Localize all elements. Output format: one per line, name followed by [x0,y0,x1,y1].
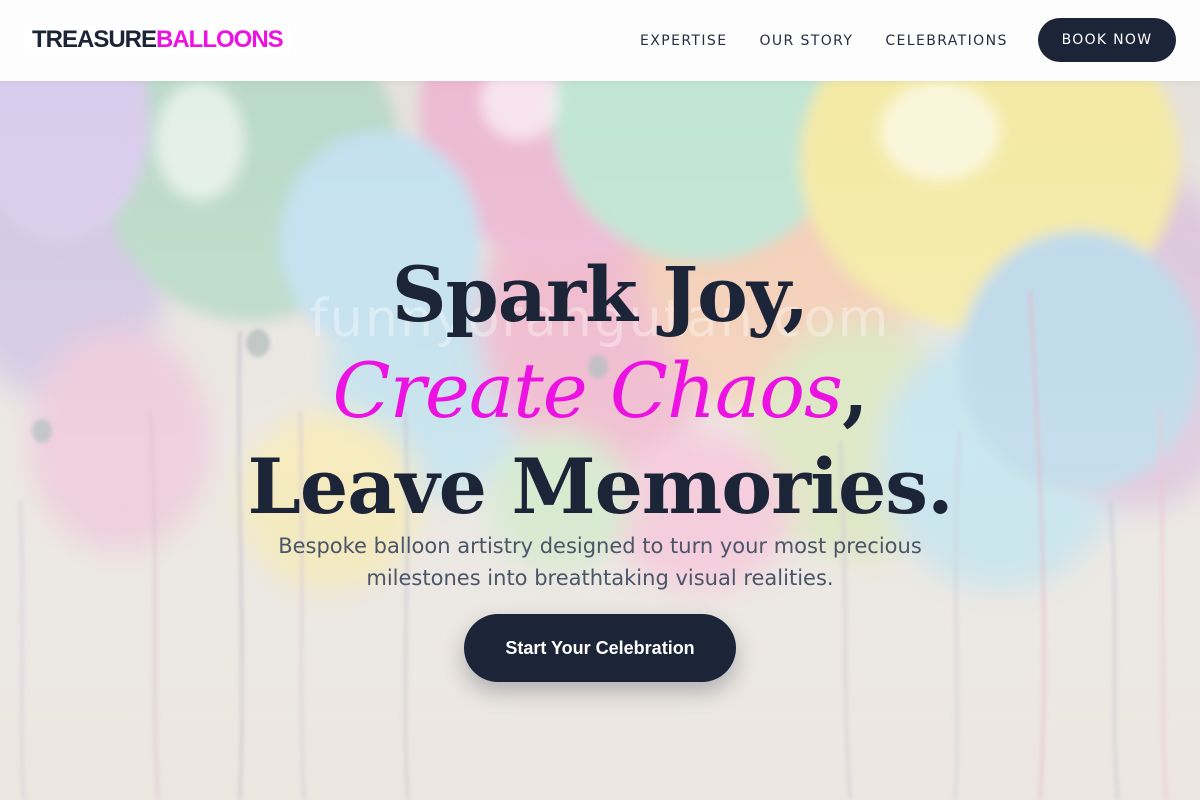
book-now-button[interactable]: BOOK NOW [1038,18,1176,62]
nav-link-expertise[interactable]: EXPERTISE [640,33,727,49]
hero-subtitle: Bespoke balloon artistry designed to tur… [278,534,922,590]
main-nav: EXPERTISE OUR STORY CELEBRATIONS [624,0,1024,81]
logo-text-treasure: TREASURE [32,26,157,53]
headline-accent: Create Chaos [332,345,843,435]
hero-headline: Spark Joy, Create Chaos, Leave Memories. [100,247,1100,535]
site-logo[interactable]: TREASUREBALLOONS [24,25,291,55]
headline-line-2: Create Chaos, [100,343,1100,439]
nav-link-celebrations[interactable]: CELEBRATIONS [885,33,1007,49]
start-celebration-button[interactable]: Start Your Celebration [464,614,736,682]
headline-line-1: Spark Joy, [391,249,809,339]
headline-line-3: Leave Memories. [247,441,953,531]
logo-text-balloons: BALLOONS [156,26,284,53]
headline-comma: , [842,345,868,435]
nav-link-our-story[interactable]: OUR STORY [759,33,853,49]
site-header: TREASUREBALLOONS EXPERTISE OUR STORY CEL… [0,0,1200,81]
